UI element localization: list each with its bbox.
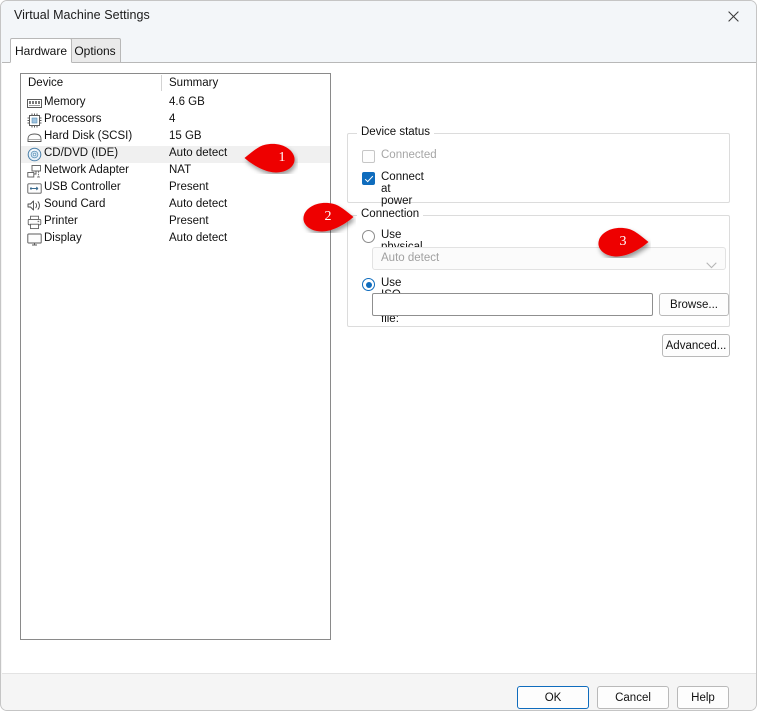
- tab-options-label: Options: [74, 43, 116, 58]
- device-name: Network Adapter: [44, 164, 130, 176]
- network-adapter-icon: [27, 164, 42, 179]
- tab-options[interactable]: Options: [69, 38, 121, 63]
- sound-card-icon: [27, 198, 42, 213]
- device-name: Memory: [44, 96, 86, 108]
- device-summary: Auto detect: [169, 147, 228, 159]
- device-name: Printer: [44, 215, 78, 227]
- device-summary: NAT: [169, 164, 192, 176]
- column-header-summary: Summary: [169, 77, 219, 89]
- cancel-button[interactable]: Cancel: [597, 686, 669, 709]
- device-name: CD/DVD (IDE): [44, 147, 119, 159]
- annotation-marker-3: 3: [595, 226, 651, 258]
- column-header-device: Device: [28, 77, 64, 89]
- iso-path-input[interactable]: [372, 293, 653, 316]
- connected-label: Connected: [381, 149, 437, 161]
- device-row-display[interactable]: Display Auto detect: [21, 231, 330, 248]
- device-summary: Auto detect: [169, 232, 228, 244]
- cpu-icon: [27, 113, 42, 128]
- connection-legend: Connection: [357, 208, 424, 220]
- device-summary: 15 GB: [169, 130, 202, 142]
- annotation-marker-1: 1: [242, 142, 298, 174]
- cancel-label: Cancel: [615, 691, 651, 704]
- help-button[interactable]: Help: [677, 686, 729, 709]
- annotation-marker-2: 2: [300, 201, 356, 233]
- device-row-usb-controller[interactable]: USB Controller Present: [21, 180, 330, 197]
- device-name: Processors: [44, 113, 102, 125]
- device-name: Hard Disk (SCSI): [44, 130, 133, 142]
- browse-label: Browse...: [670, 298, 718, 311]
- device-list-header: Device Summary: [21, 74, 330, 93]
- device-row-memory[interactable]: Memory 4.6 GB: [21, 95, 330, 112]
- tab-strip: Options Hardware: [1, 33, 756, 63]
- title-bar: Virtual Machine Settings: [1, 1, 756, 33]
- window-title: Virtual Machine Settings: [14, 8, 150, 22]
- device-summary: Auto detect: [169, 198, 228, 210]
- ok-label: OK: [544, 691, 562, 704]
- device-summary: 4: [169, 113, 176, 125]
- browse-button[interactable]: Browse...: [659, 293, 729, 316]
- physical-drive-dropdown[interactable]: Auto detect: [372, 247, 726, 270]
- device-name: USB Controller: [44, 181, 121, 193]
- advanced-label: Advanced...: [665, 339, 727, 352]
- usb-icon: [27, 181, 42, 196]
- connect-at-power-on-checkbox[interactable]: [362, 172, 375, 185]
- device-status-group: Device status Connected Connect at power…: [347, 126, 730, 219]
- close-icon[interactable]: [710, 1, 756, 32]
- tab-hardware-label: Hardware: [14, 43, 68, 58]
- device-summary: Present: [169, 181, 209, 193]
- connected-checkbox: [362, 150, 375, 163]
- device-row-sound-card[interactable]: Sound Card Auto detect: [21, 197, 330, 214]
- cd-dvd-icon: [27, 147, 42, 162]
- ok-button[interactable]: OK: [517, 686, 589, 709]
- device-row-printer[interactable]: Printer Present: [21, 214, 330, 231]
- device-name: Display: [44, 232, 82, 244]
- harddisk-icon: [27, 130, 42, 145]
- chevron-down-icon: [706, 256, 717, 274]
- display-icon: [27, 232, 42, 247]
- use-physical-drive-radio[interactable]: [362, 230, 375, 243]
- virtual-machine-settings-window: Virtual Machine Settings Options Hardwar…: [0, 0, 757, 711]
- advanced-button[interactable]: Advanced...: [662, 334, 730, 357]
- help-label: Help: [691, 691, 715, 704]
- column-divider: [161, 75, 162, 91]
- device-summary: 4.6 GB: [169, 96, 205, 108]
- use-iso-image-radio[interactable]: [362, 278, 375, 291]
- memory-icon: [27, 96, 42, 111]
- device-name: Sound Card: [44, 198, 106, 210]
- printer-icon: [27, 215, 42, 230]
- tab-hardware[interactable]: Hardware: [10, 38, 72, 63]
- device-row-processors[interactable]: Processors 4: [21, 112, 330, 129]
- physical-drive-value: Auto detect: [381, 252, 440, 264]
- device-status-legend: Device status: [357, 126, 435, 138]
- device-summary: Present: [169, 215, 209, 227]
- content-panel: Device Summary Memory 4.6 GB Processors 4 Ha…: [2, 62, 756, 710]
